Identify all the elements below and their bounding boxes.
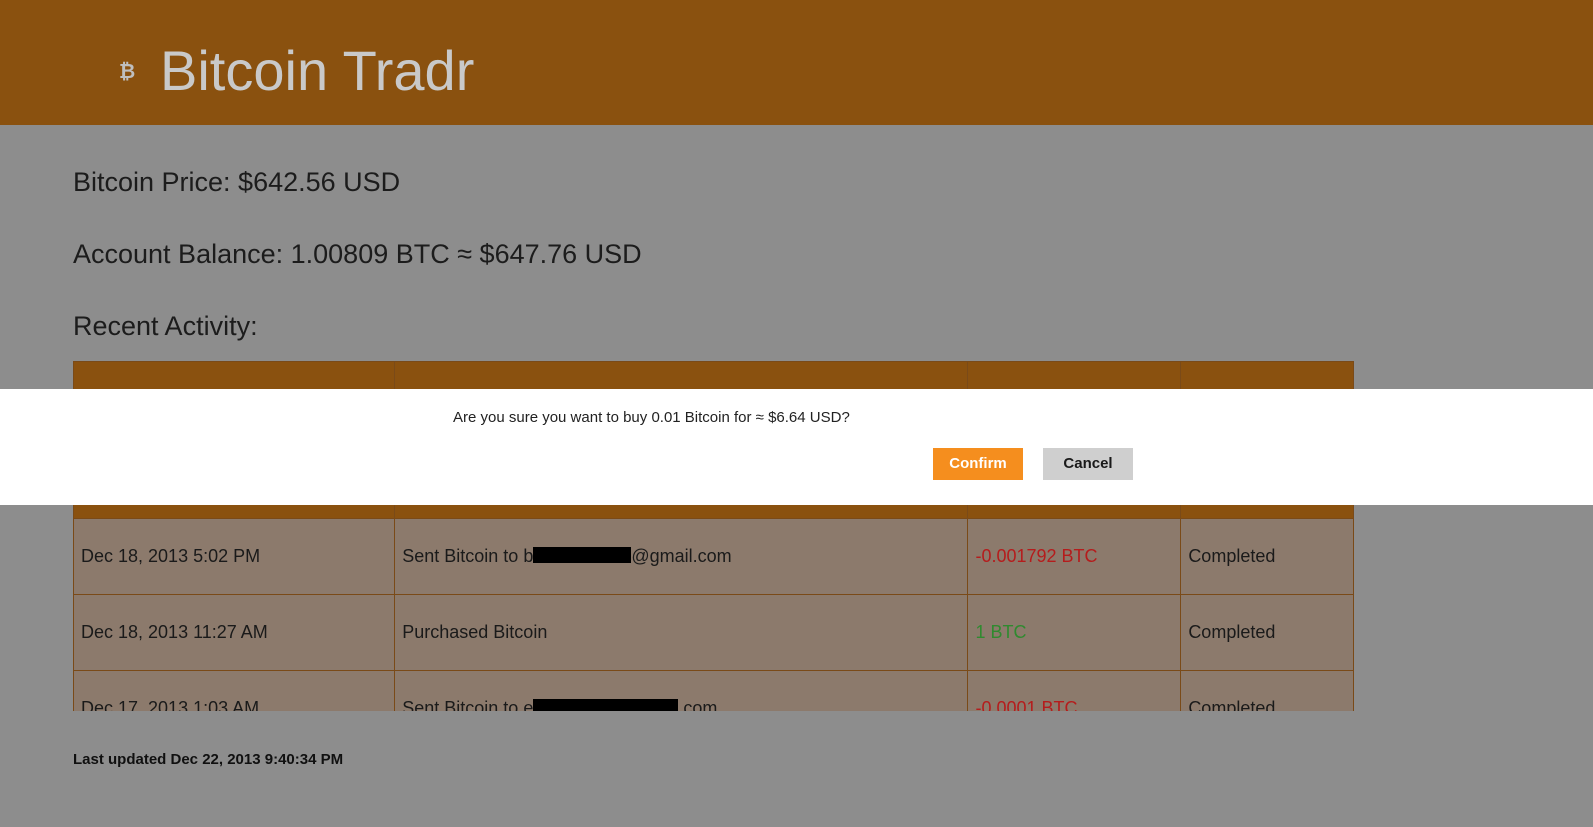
cancel-button[interactable]: Cancel <box>1043 448 1133 480</box>
bitcoin-icon: ₿ <box>119 59 136 83</box>
confirm-dialog: Are you sure you want to buy 0.01 Bitcoi… <box>0 389 1593 505</box>
row-status: Completed <box>1180 594 1354 671</box>
row-amount: -0.001792 BTC <box>967 518 1182 595</box>
dialog-message: Are you sure you want to buy 0.01 Bitcoi… <box>453 409 850 426</box>
row-description: Sent Bitcoin to b @gmail.com <box>394 518 969 595</box>
app-header: ₿ Bitcoin Tradr <box>0 0 1593 125</box>
account-balance: Account Balance: 1.00809 BTC ≈ $647.76 U… <box>73 239 642 269</box>
row-description: Sent Bitcoin to e .com <box>394 670 969 711</box>
row-date: Dec 17, 2013 1:03 AM <box>73 670 396 711</box>
row-description: Purchased Bitcoin <box>394 594 969 671</box>
row-date: Dec 18, 2013 11:27 AM <box>73 594 396 671</box>
table-row[interactable]: Dec 18, 2013 11:27 AM Purchased Bitcoin … <box>73 594 1354 671</box>
table-row[interactable]: Dec 18, 2013 5:02 PM Sent Bitcoin to b @g… <box>73 518 1354 595</box>
row-status: Completed <box>1180 518 1354 595</box>
recent-activity-heading: Recent Activity: <box>73 311 258 341</box>
row-description-text: Sent Bitcoin to e <box>402 698 534 711</box>
row-status: Completed <box>1180 670 1354 711</box>
row-description-text: Sent Bitcoin to b <box>402 546 534 566</box>
row-description-suffix: @gmail.com <box>631 546 732 566</box>
row-description-text: Purchased Bitcoin <box>402 622 548 642</box>
redacted-block <box>533 547 632 563</box>
row-amount: -0.0001 BTC <box>967 670 1182 711</box>
row-date: Dec 18, 2013 5:02 PM <box>73 518 396 595</box>
bitcoin-price: Bitcoin Price: $642.56 USD <box>73 167 401 197</box>
confirm-button[interactable]: Confirm <box>933 448 1023 480</box>
last-updated: Last updated Dec 22, 2013 9:40:34 PM <box>73 751 344 768</box>
row-amount: 1 BTC <box>967 594 1182 671</box>
redacted-block <box>533 699 679 711</box>
table-row[interactable]: Dec 17, 2013 1:03 AM Sent Bitcoin to e .c… <box>73 670 1354 711</box>
app-title: Bitcoin Tradr <box>160 39 475 102</box>
row-description-suffix: .com <box>678 698 718 711</box>
